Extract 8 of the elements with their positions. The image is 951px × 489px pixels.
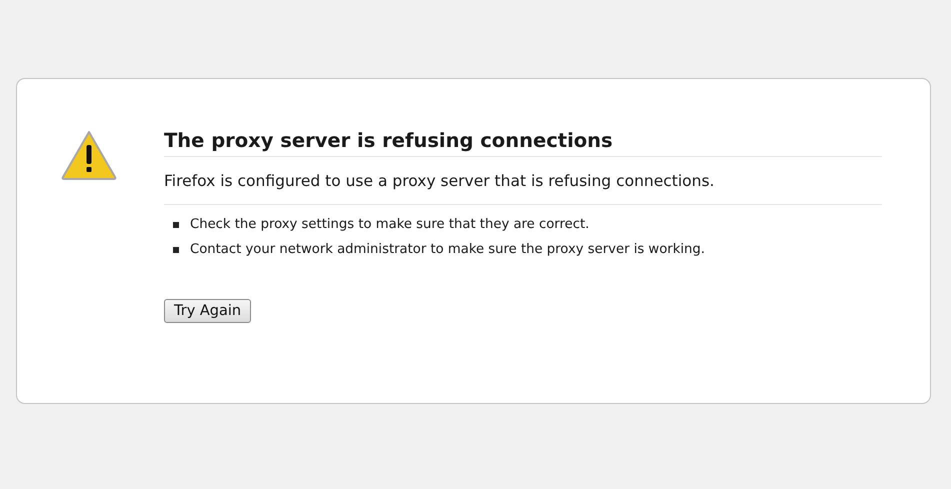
- error-description: Firefox is configured to use a proxy server that is refusing connections.: [164, 157, 882, 205]
- bullet-icon: [173, 246, 179, 252]
- suggestion-text: Check the proxy settings to make sure that they are correct.: [190, 217, 590, 232]
- bullet-icon: [173, 222, 179, 228]
- try-again-button[interactable]: Try Again: [164, 299, 252, 323]
- error-title: The proxy server is refusing connections: [164, 129, 882, 157]
- warning-icon: [60, 129, 118, 181]
- suggestion-text: Contact your network administrator to make sure the proxy server is working.: [190, 242, 705, 257]
